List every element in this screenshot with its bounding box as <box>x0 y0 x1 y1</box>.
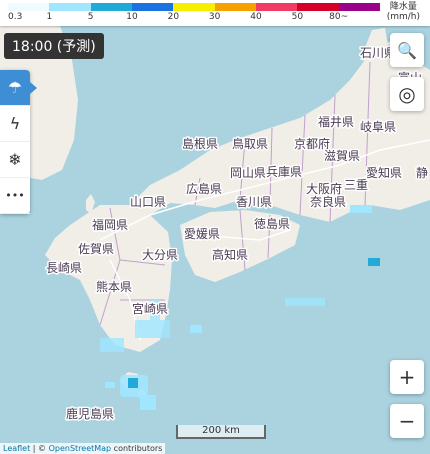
locate-icon: ◎ <box>398 82 416 106</box>
scale-bar: 200 km <box>176 425 266 439</box>
search-button[interactable]: 🔍 <box>390 33 424 67</box>
label-hiroshima: 広島県 <box>186 181 222 196</box>
legend-swatch <box>90 3 132 11</box>
legend-swatch <box>49 3 91 11</box>
label-okayama: 岡山県 <box>230 166 266 180</box>
label-gifu: 岐阜県 <box>360 120 396 134</box>
legend-tick: 20 <box>167 12 180 22</box>
attribution-contributors: contributors <box>111 444 163 453</box>
legend-tick: 10 <box>126 12 138 22</box>
label-tokushima: 徳島県 <box>254 216 290 231</box>
legend-tick: 0.3 <box>8 12 23 22</box>
legend-tick: 5 <box>87 12 94 22</box>
legend-color-bar <box>8 3 380 11</box>
plus-icon: + <box>398 365 416 389</box>
osm-link[interactable]: OpenStreetMap <box>49 444 112 453</box>
leaflet-link[interactable]: Leaflet <box>3 444 30 453</box>
legend-swatch <box>255 3 298 11</box>
layer-toolbar: ☂ ϟ ❄ ••• <box>0 70 37 214</box>
label-fukui: 福井県 <box>318 114 354 129</box>
lightning-icon: ϟ <box>9 114 21 133</box>
more-icon: ••• <box>5 189 25 202</box>
label-oita: 大分県 <box>142 248 178 262</box>
label-saga: 佐賀県 <box>78 242 114 256</box>
label-fukuoka: 福岡県 <box>92 217 128 232</box>
label-kagoshima: 鹿児島県 <box>66 406 114 421</box>
legend-tick: 30 <box>208 12 221 22</box>
label-kumamoto: 熊本県 <box>96 279 132 294</box>
precipitation-legend: 0.3 1 5 10 20 30 40 50 80~ 降水量 (mm/h) <box>0 0 430 26</box>
label-miyazaki: 宮崎県 <box>132 301 168 316</box>
label-aichi: 愛知県 <box>366 166 402 180</box>
label-shimane: 島根県 <box>182 136 218 151</box>
zoom-out-button[interactable]: − <box>390 404 424 438</box>
label-osaka: 大阪府 <box>306 181 342 196</box>
snowflake-icon: ❄ <box>8 150 22 169</box>
legend-swatch <box>131 3 174 11</box>
legend-swatch <box>297 3 339 11</box>
legend-tick: 80~ <box>329 12 349 22</box>
locate-button[interactable]: ◎ <box>390 77 424 111</box>
label-shizu: 静 <box>416 166 428 180</box>
forecast-time-badge: 18:00 (予測) <box>4 33 104 59</box>
label-ehime: 愛媛県 <box>184 227 220 241</box>
lightning-button[interactable]: ϟ <box>0 106 30 142</box>
label-nagasaki: 長崎県 <box>46 261 82 275</box>
legend-tick: 1 <box>46 12 53 22</box>
legend-swatch <box>338 3 380 11</box>
legend-swatch <box>173 3 215 11</box>
zoom-in-button[interactable]: + <box>390 360 424 394</box>
legend-unit: 降水量 (mm/h) <box>387 2 420 22</box>
legend-tick: 50 <box>291 12 304 22</box>
label-hyogo: 兵庫県 <box>266 165 302 179</box>
search-icon: 🔍 <box>397 40 417 60</box>
label-mie: 三重 <box>344 178 368 192</box>
legend-tick: 40 <box>250 12 262 22</box>
legend-swatch <box>214 3 256 11</box>
label-kochi: 高知県 <box>212 247 248 262</box>
label-kagawa: 香川県 <box>236 195 272 209</box>
legend-unit-mmh: (mm/h) <box>386 12 420 22</box>
more-button[interactable]: ••• <box>0 178 30 214</box>
attribution: Leaflet | © OpenStreetMap contributors <box>0 443 166 454</box>
attribution-sep: | © <box>30 444 49 453</box>
label-yamaguchi: 山口県 <box>130 195 166 209</box>
label-tottori: 鳥取県 <box>232 136 268 151</box>
label-nara: 奈良県 <box>310 194 346 209</box>
legend-unit-title: 降水量 <box>389 2 417 12</box>
minus-icon: − <box>398 409 416 433</box>
rain-cloud-button[interactable]: ☂ <box>0 70 37 106</box>
legend-swatch <box>8 3 50 11</box>
map-canvas[interactable]: 石川県 富山 福井県 岐阜県 島根県 鳥取県 京都府 滋賀県 愛知県 静 岡山県… <box>0 0 430 454</box>
snowflake-button[interactable]: ❄ <box>0 142 30 178</box>
label-shiga: 滋賀県 <box>324 149 360 163</box>
rain-cloud-icon: ☂ <box>7 78 23 97</box>
